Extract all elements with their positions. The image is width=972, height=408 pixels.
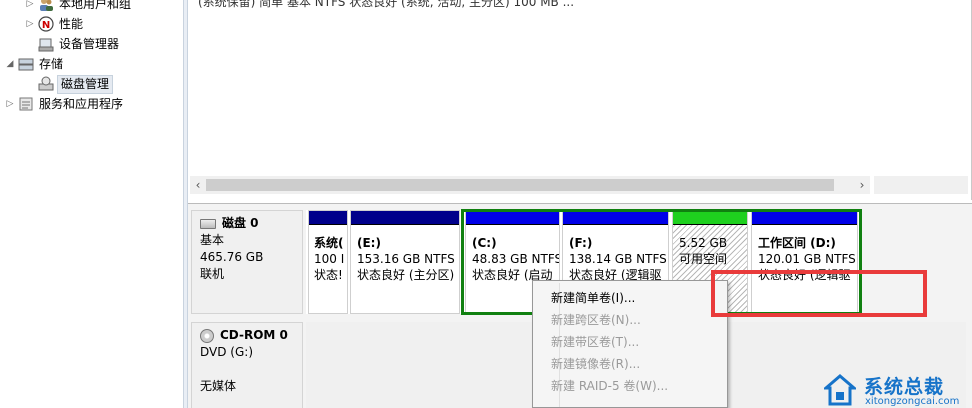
house-logo-icon (824, 374, 856, 406)
expand-arrow-icon[interactable]: ▷ (24, 0, 36, 14)
volume-list: (系统保留) 简单 基本 NTFS 状态良好 (系统, 活动, 主分区) 100… (188, 0, 972, 200)
tree-item-label: 本地用户和组 (59, 0, 132, 11)
partition-bar (752, 211, 857, 225)
horizontal-scrollbar[interactable]: ‹ › (190, 176, 870, 194)
menu-item-new-simple-volume[interactable]: 新建简单卷(I)... (551, 287, 635, 309)
tree-item-storage[interactable]: ◢ 存储 (4, 54, 65, 74)
disk-type: DVD (G:) (200, 345, 253, 359)
disk-size (200, 361, 294, 378)
partition-status: 状态良好 (主分区) (357, 268, 455, 282)
partition-size: 138.14 GB NTFS (569, 252, 667, 266)
tree-item-label: 磁盘管理 (57, 74, 114, 94)
menu-item-new-raid5-volume[interactable]: 新建 RAID-5 卷(W)... (551, 375, 668, 397)
partition-size: 100 I (314, 252, 345, 266)
menu-item-new-striped-volume[interactable]: 新建带区卷(T)... (551, 331, 639, 353)
expand-arrow-icon[interactable]: ▷ (4, 94, 16, 114)
volume-list-row[interactable]: (系统保留) 简单 基本 NTFS 状态良好 (系统, 活动, 主分区) 100… (198, 0, 574, 10)
partition-bar (309, 211, 347, 225)
cd-drive-icon (200, 328, 214, 343)
partition-title: 系统( (314, 236, 344, 250)
disk-0-info[interactable]: 磁盘 0 基本 465.76 GB 联机 (191, 210, 303, 314)
disk-name: CD-ROM 0 (220, 328, 288, 342)
disk-name: 磁盘 0 (222, 216, 259, 230)
users-icon (38, 0, 54, 12)
partition-bar (673, 211, 747, 225)
disk-status: 联机 (200, 267, 225, 281)
menu-item-new-spanned-volume[interactable]: 新建跨区卷(N)... (551, 309, 641, 331)
partition-title: (E:) (357, 236, 381, 250)
watermark-title: 系统总裁 (864, 376, 945, 398)
partition-title: (C:) (472, 236, 497, 250)
disk-type: 基本 (200, 233, 225, 247)
svg-text:N: N (42, 20, 50, 31)
tree-item-label: 设备管理器 (59, 37, 120, 51)
cdrom-0-info[interactable]: CD-ROM 0 DVD (G:) 无媒体 (191, 322, 303, 408)
partition-status: 可用空间 (679, 252, 728, 266)
collapse-arrow-icon[interactable]: ◢ (4, 54, 16, 74)
disk-status: 无媒体 (200, 379, 237, 393)
services-icon (18, 96, 34, 112)
partition-bar (466, 211, 559, 225)
partition-size: 120.01 GB NTFS (758, 252, 856, 266)
partition-size: 153.16 GB NTFS (357, 252, 455, 266)
watermark-logo: 系统总裁 xitongzongcai.com (822, 372, 972, 408)
performance-icon: N (38, 16, 54, 32)
tree-item-label: 性能 (59, 17, 84, 31)
tree-item-services-apps[interactable]: ▷ 服务和应用程序 (4, 94, 125, 114)
storage-icon (18, 56, 34, 72)
context-menu: 新建简单卷(I)... 新建跨区卷(N)... 新建带区卷(T)... 新建镜像… (532, 280, 728, 408)
scrollbar-thumb[interactable] (206, 179, 834, 191)
tree-item-disk-management[interactable]: 磁盘管理 (24, 74, 114, 94)
partition-title: 工作区间 (D:) (758, 236, 836, 250)
scroll-left-icon[interactable]: ‹ (190, 176, 206, 194)
scrollbar-track-end (874, 176, 968, 194)
navigation-tree: ▷ 本地用户和组 ▷ N 性能 设备管理器 ◢ 存储 磁盘管理 ▷ 服务和应用程… (0, 0, 183, 408)
menu-item-new-mirrored-volume[interactable]: 新建镜像卷(R)... (551, 353, 640, 375)
device-manager-icon (38, 36, 54, 52)
tree-item-device-manager[interactable]: 设备管理器 (24, 34, 121, 54)
scroll-right-icon[interactable]: › (854, 176, 870, 194)
partition-bar (563, 211, 668, 225)
partition-e[interactable]: (E:) 153.16 GB NTFS 状态良好 (主分区) (350, 210, 460, 314)
tree-item-label: 存储 (39, 57, 64, 71)
partition-title: (F:) (569, 236, 593, 250)
partition-size: 48.83 GB NTFS (472, 252, 560, 266)
disk-size: 465.76 GB (200, 250, 264, 264)
partition-status: 状态良好 (逻辑驱 (758, 268, 851, 282)
tree-item-local-users-groups[interactable]: ▷ 本地用户和组 (24, 0, 133, 14)
expand-arrow-icon[interactable]: ▷ (24, 14, 36, 34)
tree-item-performance[interactable]: ▷ N 性能 (24, 14, 85, 34)
disk-management-icon (38, 76, 54, 92)
watermark-url: xitongzongcai.com (865, 396, 960, 407)
tree-item-label: 服务和应用程序 (39, 97, 124, 111)
partition-system-reserved[interactable]: 系统( 100 I 状态! (308, 210, 348, 314)
partition-size: 5.52 GB (679, 236, 728, 250)
partition-status: 状态! (314, 268, 343, 282)
hard-disk-icon (200, 218, 216, 229)
partition-d[interactable]: 工作区间 (D:) 120.01 GB NTFS 状态良好 (逻辑驱 (751, 210, 858, 314)
partition-bar (351, 211, 459, 225)
